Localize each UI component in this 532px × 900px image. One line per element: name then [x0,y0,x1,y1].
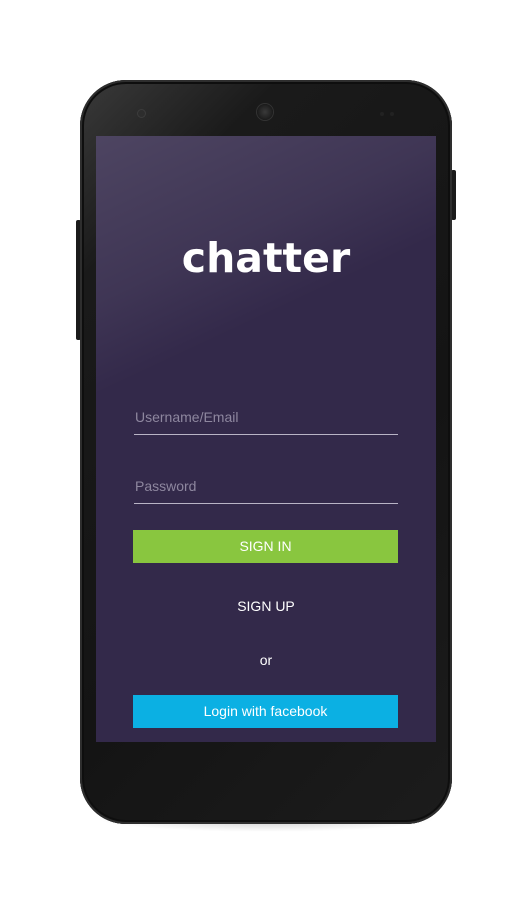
login-screen: chatter SIGN IN SIGN UP or Login with fa… [96,136,436,742]
username-field [134,402,399,435]
username-input[interactable] [134,402,399,432]
front-camera [138,110,145,117]
sign-in-button[interactable]: SIGN IN [133,530,398,563]
password-input[interactable] [134,471,399,501]
password-field [134,471,399,504]
stage: chatter SIGN IN SIGN UP or Login with fa… [0,0,532,900]
facebook-login-button[interactable]: Login with facebook [133,695,398,728]
app-logo: chatter [181,234,351,282]
light-sensor [390,112,394,116]
sign-up-link[interactable]: SIGN UP [96,598,436,614]
earpiece-speaker [257,104,273,120]
or-separator: or [259,652,273,668]
proximity-sensor [380,112,384,116]
